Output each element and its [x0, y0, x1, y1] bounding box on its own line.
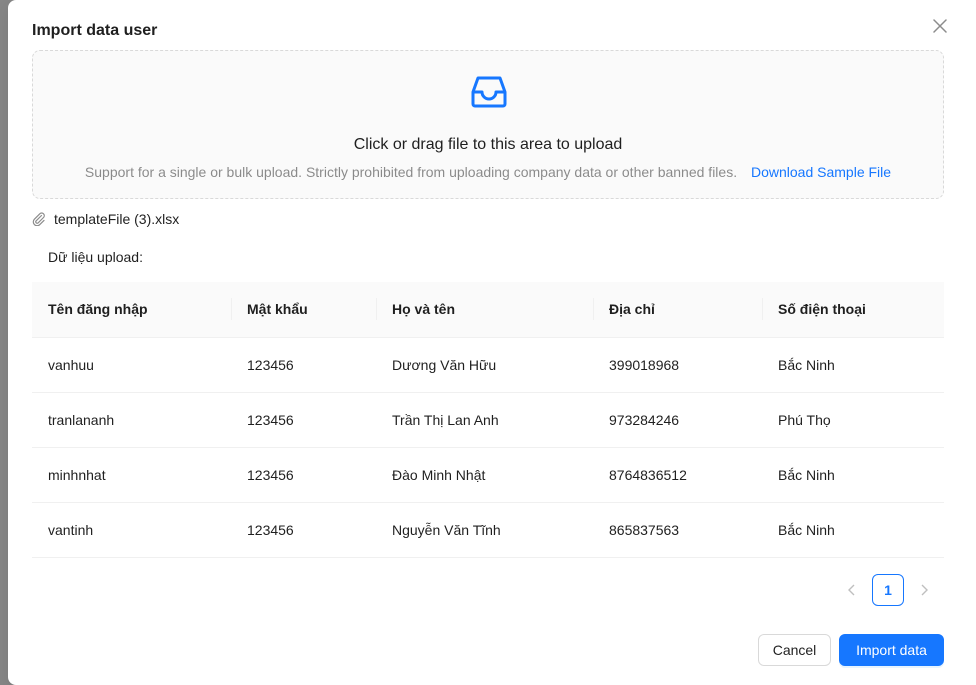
table-cell: Phú Thọ [762, 392, 944, 448]
inbox-icon [471, 76, 507, 108]
table-cell: 8764836512 [593, 447, 762, 503]
close-button[interactable] [926, 14, 954, 38]
column-header-phone: Số điện thoại [762, 282, 944, 338]
modal-title: Import data user [32, 22, 158, 39]
next-page-button[interactable] [908, 574, 940, 606]
upload-hint-text: Support for a single or bulk upload. Str… [84, 164, 738, 180]
table-row: minhnhat 123456 Đào Minh Nhật 8764836512… [32, 447, 944, 503]
table-row: vanhuu 123456 Dương Văn Hữu 399018968 Bắ… [32, 337, 944, 393]
table-cell: Trần Thị Lan Anh [376, 392, 593, 448]
pagination: 1 [836, 574, 940, 606]
prev-page-button[interactable] [836, 574, 868, 606]
table-cell: Bắc Ninh [762, 337, 944, 393]
table-cell: 123456 [231, 447, 376, 503]
table-cell: minhnhat [32, 447, 231, 503]
table-cell: 123456 [231, 392, 376, 448]
table-row: vantinh 123456 Nguyễn Văn Tĩnh 865837563… [32, 502, 944, 558]
table-cell: Bắc Ninh [762, 502, 944, 558]
import-modal: Import data user Click or drag file to t… [8, 0, 976, 685]
upload-text: Click or drag file to this area to uploa… [353, 136, 623, 153]
uploaded-file-item[interactable]: templateFile (3).xlsx [32, 208, 179, 230]
download-sample-link[interactable]: Download Sample File [751, 164, 891, 180]
table-cell: Nguyễn Văn Tĩnh [376, 502, 593, 558]
column-header-username: Tên đăng nhập [32, 282, 231, 338]
column-header-password: Mật khẩu [231, 282, 376, 338]
cancel-button[interactable]: Cancel [758, 634, 831, 666]
table-cell: 865837563 [593, 502, 762, 558]
table-cell: Bắc Ninh [762, 447, 944, 503]
column-header-address: Địa chỉ [593, 282, 762, 338]
table-cell: vanhuu [32, 337, 231, 393]
table-cell: 973284246 [593, 392, 762, 448]
uploaded-file-name: templateFile (3).xlsx [54, 211, 180, 227]
table-cell: Dương Văn Hữu [376, 337, 593, 393]
chevron-right-icon [921, 584, 928, 596]
table-cell: 123456 [231, 502, 376, 558]
upload-data-table: Tên đăng nhập Mật khẩu Họ và tên Địa chỉ… [32, 282, 944, 558]
chevron-left-icon [848, 584, 855, 596]
table-cell: vantinh [32, 502, 231, 558]
close-icon [933, 19, 947, 33]
table-cell: tranlananh [32, 392, 231, 448]
table-cell: 399018968 [593, 337, 762, 393]
table-row: tranlananh 123456 Trần Thị Lan Anh 97328… [32, 392, 944, 448]
data-upload-label: Dữ liệu upload: [48, 249, 143, 265]
upload-hint: Support for a single or bulk upload. Str… [33, 163, 943, 181]
upload-dropzone[interactable]: Click or drag file to this area to uploa… [32, 50, 944, 199]
import-data-button[interactable]: Import data [839, 634, 944, 666]
page-number-1[interactable]: 1 [872, 574, 904, 606]
table-header-row: Tên đăng nhập Mật khẩu Họ và tên Địa chỉ… [32, 282, 944, 338]
paperclip-icon [32, 212, 45, 226]
table-cell: Đào Minh Nhật [376, 447, 593, 503]
table-cell: 123456 [231, 337, 376, 393]
column-header-fullname: Họ và tên [376, 282, 593, 338]
